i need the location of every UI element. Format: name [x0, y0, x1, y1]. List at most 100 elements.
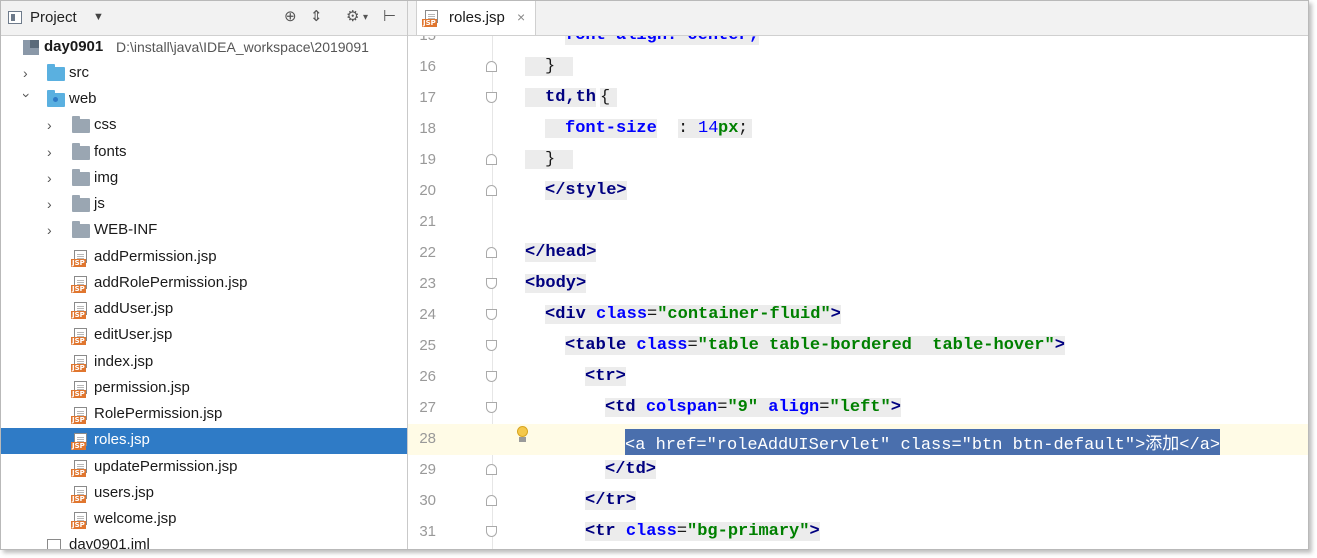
code-line[interactable]: 24 <div class="container-fluid">: [408, 300, 1308, 331]
tree-item-file[interactable]: JSP addPermission.jsp: [1, 245, 407, 271]
fold-marker-icon[interactable]: [486, 402, 497, 413]
chevron-right-icon[interactable]: ›: [47, 171, 59, 185]
chevron-down-icon[interactable]: ›: [19, 93, 35, 105]
target-icon[interactable]: ⊕: [284, 7, 297, 25]
code-line[interactable]: 20 </style>: [408, 176, 1308, 207]
code-line[interactable]: 29 </td>: [408, 455, 1308, 486]
tree-item-iml[interactable]: day0901.iml: [1, 533, 407, 549]
code-line[interactable]: 31 <tr class="bg-primary">: [408, 517, 1308, 548]
line-number: 31: [419, 523, 436, 540]
fold-marker-icon[interactable]: [486, 371, 497, 382]
code-line[interactable]: 21: [408, 207, 1308, 238]
project-panel-title[interactable]: Project: [30, 9, 77, 26]
code-line[interactable]: 19 }: [408, 145, 1308, 176]
fold-marker-icon[interactable]: [486, 278, 497, 289]
line-number: 19: [419, 151, 436, 168]
tree-item-file[interactable]: JSP updatePermission.jsp: [1, 455, 407, 481]
tree-item-file[interactable]: JSP RolePermission.jsp: [1, 402, 407, 428]
ide-window: Project ▼ ⊕ ⇕ ⚙ ▾ ⊢ day0901 D:\install\j…: [0, 0, 1309, 550]
tree-item-file[interactable]: JSP users.jsp: [1, 481, 407, 507]
chevron-right-icon[interactable]: ›: [47, 197, 59, 211]
web-folder-icon: [47, 90, 65, 107]
line-number: 20: [419, 182, 436, 199]
collapse-icon[interactable]: ⇕: [310, 7, 323, 25]
project-panel-header: Project ▼ ⊕ ⇕ ⚙ ▾ ⊢: [1, 1, 407, 36]
code-line[interactable]: 16 }: [408, 52, 1308, 83]
code-line[interactable]: 17 td,th {: [408, 83, 1308, 114]
fold-marker-icon[interactable]: [486, 247, 497, 258]
tree-item-file[interactable]: JSP addUser.jsp: [1, 297, 407, 323]
chevron-down-icon[interactable]: ▼: [93, 11, 104, 23]
code-line[interactable]: 26 <tr>: [408, 362, 1308, 393]
tree-item-file[interactable]: JSP addRolePermission.jsp: [1, 271, 407, 297]
jsp-file-icon: JSP: [71, 512, 91, 529]
tree-item-label: img: [94, 169, 119, 186]
code-line[interactable]: 30 </tr>: [408, 486, 1308, 517]
tab-roles-jsp[interactable]: JSP roles.jsp ×: [416, 1, 536, 35]
fold-marker-icon[interactable]: [486, 185, 497, 196]
hide-panel-icon[interactable]: ⊢: [383, 7, 396, 25]
code-line[interactable]: 15 font-align: center;: [408, 36, 1308, 52]
code-line-current[interactable]: 28 <a href="roleAddUIServlet" class="btn…: [408, 424, 1308, 455]
fold-marker-icon[interactable]: [486, 495, 497, 506]
fold-marker-icon[interactable]: [486, 154, 497, 165]
code-line[interactable]: 18 font-size : 14 px ;: [408, 114, 1308, 145]
jsp-file-icon: JSP: [71, 407, 91, 424]
line-number: 26: [419, 368, 436, 385]
code-line[interactable]: 22 </head>: [408, 238, 1308, 269]
html-element: <tr class="bg-primary">: [585, 522, 820, 541]
fold-marker-icon[interactable]: [486, 526, 497, 537]
fold-marker-icon[interactable]: [486, 92, 497, 103]
module-name: day0901: [44, 38, 104, 55]
tree-item-file[interactable]: JSP editUser.jsp: [1, 323, 407, 349]
line-number: 24: [419, 306, 436, 323]
tree-item-label: addRolePermission.jsp: [94, 274, 248, 291]
editor-tab-bar: JSP roles.jsp ×: [408, 1, 1308, 36]
css-number: 14: [698, 119, 719, 138]
tree-item-file[interactable]: JSP index.jsp: [1, 350, 407, 376]
tree-item-folder[interactable]: › css: [1, 113, 407, 139]
css-selector: td,th: [525, 88, 597, 107]
tab-label: roles.jsp: [449, 9, 505, 26]
tree-item-folder[interactable]: › WEB-INF: [1, 218, 407, 244]
html-element: <td colspan="9" align="left">: [605, 398, 901, 417]
chevron-right-icon[interactable]: ›: [47, 145, 59, 159]
tree-item-folder[interactable]: › js: [1, 192, 407, 218]
chevron-right-icon[interactable]: ›: [47, 118, 59, 132]
gear-icon[interactable]: ⚙: [346, 7, 359, 25]
tree-item-src[interactable]: › src: [1, 61, 407, 87]
tree-item-file-selected[interactable]: JSP roles.jsp: [1, 428, 407, 454]
jsp-file-icon: JSP: [71, 355, 91, 372]
fold-marker-icon[interactable]: [486, 61, 497, 72]
tree-item-file[interactable]: JSP permission.jsp: [1, 376, 407, 402]
tree-item-file[interactable]: JSP welcome.jsp: [1, 507, 407, 533]
fold-marker-icon[interactable]: [486, 340, 497, 351]
html-tag: </style>: [545, 181, 627, 200]
code-editor[interactable]: 15 font-align: center; 16 } 17 td,th { 1…: [408, 36, 1308, 549]
line-number: 30: [419, 492, 436, 509]
folder-icon: [72, 116, 90, 133]
line-number: 27: [419, 399, 436, 416]
tree-item-module[interactable]: day0901 D:\install\java\IDEA_workspace\2…: [1, 35, 407, 61]
code-line[interactable]: 23 <body>: [408, 269, 1308, 300]
tree-item-folder[interactable]: › fonts: [1, 140, 407, 166]
iml-file-icon: [47, 539, 61, 549]
chevron-right-icon[interactable]: ›: [47, 223, 59, 237]
html-tag: </head>: [525, 243, 597, 262]
fold-marker-icon[interactable]: [486, 464, 497, 475]
code-line[interactable]: 25 <table class="table table-bordered ta…: [408, 331, 1308, 362]
code-text: ;: [738, 119, 753, 138]
chevron-right-icon[interactable]: ›: [23, 66, 35, 80]
code-line[interactable]: 27 <td colspan="9" align="left">: [408, 393, 1308, 424]
tree-item-label: RolePermission.jsp: [94, 405, 223, 422]
tree-item-web[interactable]: › web: [1, 87, 407, 113]
line-number: 18: [419, 120, 436, 137]
gear-chevron-icon[interactable]: ▾: [363, 12, 368, 23]
line-number: 23: [419, 275, 436, 292]
html-tag: <tr>: [585, 367, 626, 386]
lightbulb-icon[interactable]: [516, 426, 528, 444]
close-icon[interactable]: ×: [517, 9, 525, 25]
tree-item-folder[interactable]: › img: [1, 166, 407, 192]
fold-marker-icon[interactable]: [486, 309, 497, 320]
tree-item-label: js: [94, 195, 105, 212]
